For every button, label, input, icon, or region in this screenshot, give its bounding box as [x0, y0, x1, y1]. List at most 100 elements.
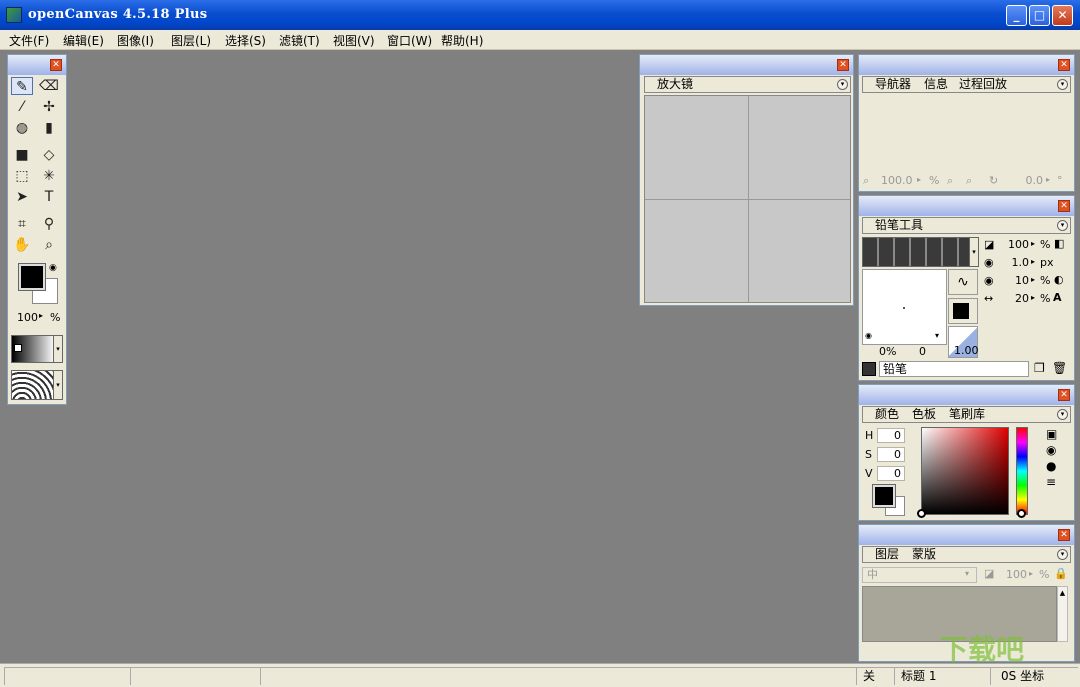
- watercolor-tool-icon[interactable]: ◍: [11, 119, 33, 137]
- marquee-tool-icon[interactable]: ⬚: [11, 167, 33, 185]
- hardness-value[interactable]: 10: [1001, 274, 1029, 287]
- hue-slider[interactable]: [1016, 427, 1028, 515]
- zoom-in-icon[interactable]: ⌕: [966, 174, 972, 188]
- tab-swatches[interactable]: 色板: [912, 407, 936, 422]
- hardness-arrow-icon[interactable]: ▸: [1031, 275, 1035, 284]
- swap-colors-icon[interactable]: ◉: [49, 263, 57, 273]
- opacity-value[interactable]: 100: [1001, 238, 1029, 251]
- menu-edit[interactable]: 编辑(E): [63, 32, 104, 49]
- tab-brush-library[interactable]: 笔刷库: [949, 407, 985, 422]
- rotate-icon[interactable]: ↻: [989, 174, 998, 187]
- navigator-zoom-value[interactable]: 100.0: [881, 174, 913, 187]
- menu-layer[interactable]: 图层(L): [171, 32, 211, 49]
- hand-tool-icon[interactable]: ✋: [11, 236, 33, 254]
- menu-select[interactable]: 选择(S): [225, 32, 266, 49]
- layer-panel-close-button[interactable]: ✕: [1058, 529, 1070, 541]
- zoom-arrow-icon[interactable]: ▸: [39, 311, 43, 320]
- preset-name-field[interactable]: 铅笔: [879, 361, 1029, 377]
- preview-dropdown-icon[interactable]: ▾: [935, 331, 939, 340]
- blend-mode-select[interactable]: 中: [862, 567, 977, 583]
- magnifier-close-button[interactable]: ✕: [837, 59, 849, 71]
- saturation-field[interactable]: 0: [877, 447, 905, 462]
- tab-layers[interactable]: 图层: [875, 547, 899, 562]
- brush-presets-arrow[interactable]: ▾: [969, 237, 979, 267]
- menu-view[interactable]: 视图(V): [333, 32, 375, 49]
- navigator-menu-arrow[interactable]: ▾: [1057, 79, 1068, 90]
- stroke-color-picker[interactable]: [948, 298, 978, 324]
- zoom-out-icon[interactable]: ⌕: [947, 174, 953, 188]
- navigator-close-button[interactable]: ✕: [1058, 59, 1070, 71]
- texture-dropdown-arrow[interactable]: ▾: [53, 370, 63, 400]
- bucket-tool-icon[interactable]: ◇: [38, 146, 60, 164]
- sv-picker-cursor[interactable]: [917, 509, 926, 518]
- menu-image[interactable]: 图像(I): [117, 32, 154, 49]
- hardness-mode-icon[interactable]: ◐: [1054, 273, 1064, 286]
- opacity-arrow-icon[interactable]: ▸: [1031, 239, 1035, 248]
- tab-color[interactable]: 颜色: [875, 407, 899, 422]
- menu-file[interactable]: 文件(F): [9, 32, 49, 49]
- magnifier-view[interactable]: [644, 95, 851, 303]
- airbrush-tool-icon[interactable]: ✢: [38, 98, 60, 116]
- menu-window[interactable]: 窗口(W): [387, 32, 432, 49]
- tab-navigator[interactable]: 导航器: [875, 77, 911, 92]
- pressure-curve-graph[interactable]: 1.00: [948, 326, 979, 358]
- crop-tool-icon[interactable]: ⌗: [11, 215, 33, 233]
- color-panel-menu-arrow[interactable]: ▾: [1057, 409, 1068, 420]
- tab-pencil-tool[interactable]: 铅笔工具: [875, 218, 923, 233]
- new-preset-icon[interactable]: ❐: [1034, 361, 1045, 375]
- maximize-button[interactable]: □: [1029, 5, 1050, 26]
- brush-tool-icon[interactable]: ⁄: [11, 98, 33, 116]
- hue-field[interactable]: 0: [877, 428, 905, 443]
- color-fg-swatch[interactable]: [872, 484, 896, 508]
- color-wheel-icon[interactable]: ◉: [1046, 443, 1056, 457]
- brush-presets-strip[interactable]: [862, 237, 979, 267]
- spacing-value[interactable]: 20: [1001, 292, 1029, 305]
- tab-magnifier[interactable]: 放大镜: [657, 77, 693, 92]
- marker-tool-icon[interactable]: ▮: [38, 119, 60, 137]
- close-button[interactable]: ✕: [1052, 5, 1073, 26]
- navigator-search-icon[interactable]: ⌕: [863, 174, 869, 188]
- navigator-rotate-value[interactable]: 0.0: [1007, 174, 1044, 187]
- value-field[interactable]: 0: [877, 466, 905, 481]
- tab-playback[interactable]: 过程回放: [959, 77, 1007, 92]
- menu-help[interactable]: 帮助(H): [441, 32, 483, 49]
- eyedropper-icon[interactable]: ⚲: [38, 215, 60, 233]
- magnifier-menu-arrow[interactable]: ▾: [837, 79, 848, 90]
- lock-icon[interactable]: 🔒: [1054, 567, 1068, 580]
- size-value[interactable]: 1.0: [1001, 256, 1030, 269]
- pencil-tool-icon[interactable]: ✎: [11, 77, 33, 95]
- preview-expand-icon[interactable]: ◉: [865, 331, 872, 340]
- size-arrow-icon[interactable]: ▸: [1031, 257, 1035, 266]
- layer-opacity-arrow-icon[interactable]: ▸: [1029, 569, 1033, 578]
- layer-opacity-value[interactable]: 100: [999, 568, 1027, 581]
- foreground-color-swatch[interactable]: [18, 263, 46, 291]
- saturation-value-picker[interactable]: [921, 427, 1009, 515]
- magic-wand-icon[interactable]: ✳: [38, 167, 60, 185]
- opacity-mode-icon[interactable]: ◧: [1054, 237, 1064, 250]
- spacing-mode-icon[interactable]: A: [1053, 291, 1062, 304]
- navigator-rotate-arrow-icon[interactable]: ▸: [1046, 175, 1050, 184]
- menu-filter[interactable]: 滤镜(T): [279, 32, 320, 49]
- pencil-tool-close-button[interactable]: ✕: [1058, 200, 1070, 212]
- navigator-zoom-arrow-icon[interactable]: ▸: [917, 175, 921, 184]
- spacing-arrow-icon[interactable]: ▸: [1031, 293, 1035, 302]
- tab-mask[interactable]: 蒙版: [912, 547, 936, 562]
- hue-slider-cursor[interactable]: [1017, 509, 1026, 518]
- eraser-tool-icon[interactable]: ⌫: [38, 77, 60, 95]
- color-list-icon[interactable]: ≡: [1046, 475, 1056, 489]
- color-slider-icon[interactable]: ●: [1046, 459, 1056, 473]
- stroke-curve-icon[interactable]: ∿: [948, 269, 978, 295]
- color-panel-close-button[interactable]: ✕: [1058, 389, 1070, 401]
- pencil-tool-menu-arrow[interactable]: ▾: [1057, 220, 1068, 231]
- layer-panel-menu-arrow[interactable]: ▾: [1057, 549, 1068, 560]
- gradient-dropdown-arrow[interactable]: ▾: [53, 335, 63, 363]
- toolbox-close-button[interactable]: ✕: [50, 59, 62, 71]
- zoom-tool-icon[interactable]: ⌕: [38, 236, 60, 254]
- blend-mode-arrow[interactable]: ▾: [965, 569, 969, 578]
- tab-info[interactable]: 信息: [924, 77, 948, 92]
- minimize-button[interactable]: _: [1006, 5, 1027, 26]
- delete-preset-icon[interactable]: 🗑: [1052, 361, 1067, 375]
- fill-rect-tool-icon[interactable]: ■: [11, 146, 33, 164]
- color-mode-icon[interactable]: ▣: [1046, 427, 1057, 441]
- text-tool-icon[interactable]: T: [38, 188, 60, 206]
